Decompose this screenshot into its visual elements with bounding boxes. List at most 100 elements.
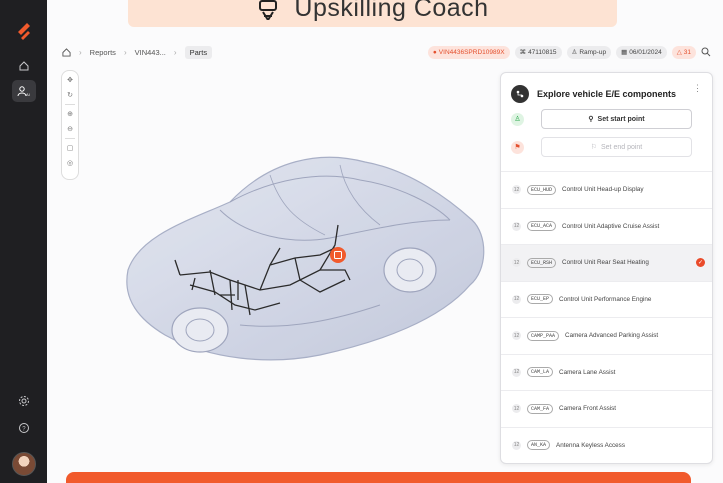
date-label: 06/01/2024 [629,48,662,56]
phase-label: Ramp-up [579,48,607,56]
toolbar-divider [65,104,75,105]
alerts-chip[interactable]: △ 31 [671,45,696,59]
avatar[interactable] [12,452,36,476]
component-count-badge: 12 [512,440,521,450]
car-body [126,156,485,361]
breadcrumb-item-parts[interactable]: Parts [184,45,213,59]
move-icon[interactable]: ✥ [64,74,76,86]
flag-icon: ⚐ [590,144,597,151]
component-item[interactable]: 12 ECU_HUD Control Unit Head-up Display [501,171,712,208]
component-count-badge: 12 [512,221,521,231]
order-label: 47110815 [528,48,557,56]
users-ai-icon[interactable]: AI [12,80,36,102]
alerts-count: 31 [683,48,691,56]
component-item[interactable]: 12 ECU_EP Control Unit Performance Engine [501,280,712,318]
selected-component-marker[interactable] [330,247,346,263]
zoom-out-icon[interactable]: ⊖ [64,123,76,135]
barcode-icon: ⌘ [519,49,527,56]
view-toolbar: ✥ ↻ ⊕ ⊖ ▢ ◎ [61,70,79,180]
person-icon: ♙ [571,49,578,56]
component-item[interactable]: 12 CAMP_PAA Camera Advanced Parking Assist [501,317,712,354]
set-start-point-button[interactable]: ⚲ Set start point [541,109,692,129]
coach-podium-icon [259,0,278,20]
component-code: CAM_FA [527,403,554,414]
component-count-badge: 12 [512,294,521,304]
calendar-icon: ▦ [621,49,628,56]
vin-label: VIN4436SPRD10989X [438,48,505,56]
component-name: Control Unit Rear Seat Heating [562,259,649,267]
home-icon[interactable] [62,47,71,57]
pin-icon: ⚲ [588,116,594,123]
rotate-icon[interactable]: ↻ [64,89,76,101]
warning-icon: △ [676,49,682,56]
vin-chip[interactable]: ● VIN4436SPRD10989X [427,45,510,59]
component-item[interactable]: 12 ECU_RSH Control Unit Rear Seat Heating ✓ [501,244,712,281]
component-count-badge: 12 [512,367,521,377]
panel-header: Explore vehicle E/E components [511,85,676,103]
breadcrumb-item-reports[interactable]: Reports [90,48,116,57]
component-code: CAM_LA [527,367,554,378]
phase-chip[interactable]: ♙ Ramp-up [566,45,612,59]
end-point-row: ⚑ ⚐ Set end point [511,137,704,157]
left-rail: AI ? [0,0,47,483]
chevron-right-icon: › [79,47,82,57]
set-start-label: Set start point [597,115,645,123]
brand-logo[interactable] [14,20,34,42]
component-count-badge: 12 [512,258,521,268]
component-item[interactable]: 12 ECU_ACA Control Unit Adaptive Cruise As… [501,207,712,245]
home-icon[interactable] [12,55,36,77]
coach-title: Upskilling Coach [294,0,489,22]
start-point-row: ♙ ⚲ Set start point [511,109,704,129]
header-chips: ● VIN4436SPRD10989X ⌘ 47110815 ♙ Ramp-up… [427,44,711,60]
component-count-badge: 12 [512,185,521,195]
help-icon[interactable]: ? [12,417,36,439]
panel-title: Explore vehicle E/E components [537,89,677,99]
component-code: CAMP_PAA [527,330,560,341]
set-end-label: Set end point [601,143,643,151]
component-name: Camera Advanced Parking Assist [565,332,659,340]
component-code: ECU_HUD [527,184,557,195]
component-name: Antenna Keyless Access [556,441,625,449]
component-name: Control Unit Adaptive Cruise Assist [562,222,660,230]
component-name: Control Unit Performance Engine [559,295,652,303]
components-panel: Explore vehicle E/E components ⋮ ♙ ⚲ Set… [500,72,713,464]
chevron-right-icon: › [123,47,127,57]
component-item[interactable]: 12 CAM_LA Camera Lane Assist [501,353,712,391]
set-end-point-button[interactable]: ⚐ Set end point [541,137,692,157]
end-marker-icon: ⚑ [511,140,524,154]
component-item[interactable]: 12 AN_KA Antenna Keyless Access [501,426,712,464]
component-item[interactable]: 12 CAM_FA Camera Front Assist [501,390,712,427]
component-name: Control Unit Head-up Display [562,186,644,194]
app-root: AI ? Upskilling Coach › Reports › VIN443… [0,0,723,483]
car-icon: ● [432,48,437,56]
component-count-badge: 12 [512,404,521,414]
component-name: Camera Lane Assist [559,368,616,376]
order-chip[interactable]: ⌘ 47110815 [514,45,562,59]
coach-bottom-bar[interactable] [66,472,691,483]
date-chip[interactable]: ▦ 06/01/2024 [616,45,667,59]
breadcrumb: › Reports › VIN443... › Parts [62,44,213,60]
start-marker-icon: ♙ [511,112,524,126]
gear-icon[interactable] [12,390,36,412]
chevron-right-icon: › [173,47,177,57]
target-icon[interactable]: ◎ [64,157,76,169]
breadcrumb-item-vin[interactable]: VIN443... [135,48,166,57]
route-icon [511,85,529,103]
svg-text:?: ? [22,426,26,432]
component-list: 12 ECU_HUD Control Unit Head-up Display 12 E… [501,171,712,464]
component-code: ECU_ACA [527,221,557,232]
component-code: AN_KA [527,440,551,451]
component-name: Camera Front Assist [559,405,617,413]
toolbar-divider [65,138,75,139]
upskilling-coach-banner[interactable]: Upskilling Coach [128,0,617,27]
more-options-icon[interactable]: ⋮ [693,83,702,94]
vehicle-3d-view[interactable] [120,120,490,380]
frame-icon[interactable]: ▢ [64,142,76,154]
component-code: ECU_EP [527,294,554,305]
svg-text:AI: AI [26,92,30,97]
component-code: ECU_RSH [527,257,557,268]
search-icon[interactable] [701,47,711,57]
check-icon: ✓ [696,258,705,268]
zoom-in-icon[interactable]: ⊕ [64,108,76,120]
component-count-badge: 12 [512,331,521,341]
